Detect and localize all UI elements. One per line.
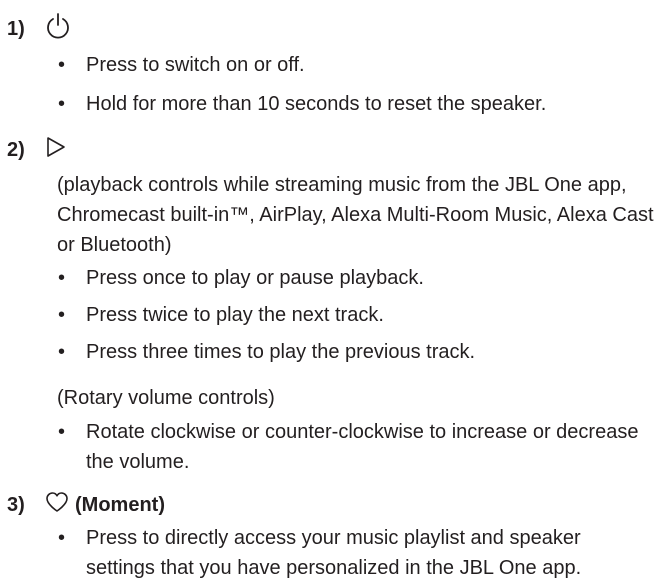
bullet: •: [58, 421, 66, 443]
play-icon: [45, 136, 67, 164]
bullet: •: [58, 304, 66, 326]
list-item: Press to directly access your music play…: [86, 527, 582, 579]
list-item: Hold for more than 10 seconds to reset t…: [86, 93, 547, 115]
bullet: •: [58, 527, 66, 549]
section-3-heading: 3) (Moment): [7, 491, 165, 519]
list-item: Press three times to play the previous t…: [86, 341, 476, 363]
section-number: 2): [7, 138, 25, 161]
section-1-heading: 1): [7, 12, 71, 46]
moment-label: (Moment): [75, 493, 165, 516]
section-number: 1): [7, 17, 25, 40]
volume-controls-note: (Rotary volume controls): [57, 387, 275, 409]
section-2-heading: 2): [7, 136, 67, 164]
playback-controls-note: (playback controls while streaming music…: [57, 174, 654, 256]
section-number: 3): [7, 493, 25, 516]
bullet: •: [58, 93, 66, 115]
list-item: Press twice to play the next track.: [86, 304, 384, 326]
bullet: •: [58, 341, 66, 363]
list-item: Press to switch on or off.: [86, 54, 305, 76]
list-item: Press once to play or pause playback.: [86, 267, 424, 289]
heart-icon: [45, 491, 69, 519]
power-icon: [45, 12, 71, 46]
bullet: •: [58, 54, 66, 76]
list-item: Rotate clockwise or counter-clockwise to…: [86, 421, 639, 473]
bullet: •: [58, 267, 66, 289]
